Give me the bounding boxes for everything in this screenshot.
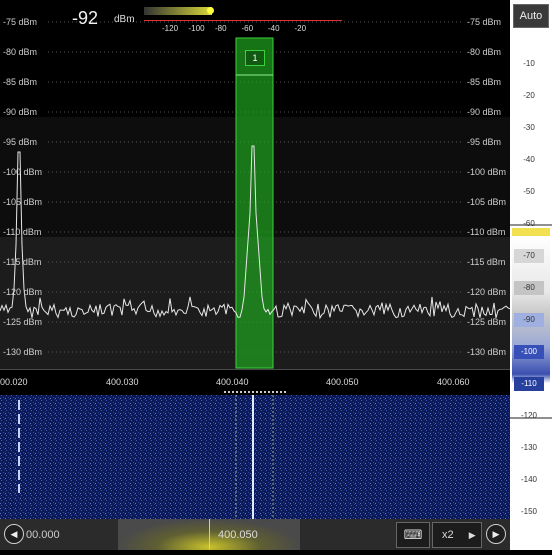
meter-tick-label: -20: [294, 24, 307, 33]
frequency-axis[interactable]: 00.020 400.030 400.040 400.050 400.060: [0, 370, 510, 393]
dbm-label-left: -110 dBm: [3, 227, 42, 237]
dbm-label-right: -95 dBm: [467, 137, 502, 147]
frequency-tick-label: 400.060: [437, 377, 470, 387]
zoom-arrow-icon: ▶: [468, 530, 476, 540]
waterfall-display[interactable]: [0, 395, 510, 519]
scale-label: -90: [514, 313, 544, 327]
scale-label: -110: [514, 377, 544, 391]
scale-label: -70: [514, 249, 544, 263]
frequency-tick-label: 400.040: [216, 377, 249, 387]
dbm-label-left: -100 dBm: [3, 167, 43, 177]
scale-label: -80: [514, 281, 544, 295]
zoom-label: x2: [442, 529, 454, 541]
dbm-label-left: -85 dBm: [3, 77, 38, 87]
frequency-tick-label: 400.030: [106, 377, 139, 387]
scale-label: -10: [523, 59, 535, 68]
dbm-label-right: -90 dBm: [467, 107, 502, 117]
dbm-label-left: -130 dBm: [3, 347, 43, 357]
dbm-label-left: -80 dBm: [3, 47, 38, 57]
dbm-label-right: -120 dBm: [467, 287, 507, 297]
scale-label: -150: [520, 507, 537, 516]
next-icon[interactable]: ▶: [486, 524, 506, 544]
dbm-label-right: -130 dBm: [467, 347, 507, 357]
dbm-label-left: -90 dBm: [3, 107, 38, 117]
auto-scale-button[interactable]: Auto: [513, 4, 549, 28]
meter-tick-label: -80: [215, 24, 227, 33]
dbm-label-right: -115 dBm: [467, 257, 506, 267]
scale-label: -50: [523, 187, 535, 196]
dbm-label-left: -120 dBm: [3, 287, 43, 297]
scale-label: -140: [520, 475, 537, 484]
prev-icon[interactable]: ◀: [4, 524, 24, 544]
signal-level-readout: -92: [72, 8, 99, 28]
signal-meter-bar: [144, 7, 212, 15]
signal-meter-indicator: [207, 7, 214, 14]
scale-label: -100: [514, 345, 544, 359]
scale-label: -20: [523, 91, 535, 100]
dbm-label-right: -100 dBm: [467, 167, 507, 177]
signal-level-unit: dBm: [114, 14, 135, 25]
scale-label: -60: [523, 219, 535, 228]
center-frequency-marker: [209, 519, 210, 550]
zoom-button[interactable]: x2 ▶: [432, 522, 482, 548]
dbm-label-right: -105 dBm: [467, 197, 507, 207]
meter-tick-label: -60: [241, 24, 254, 33]
dbm-label-right: -75 dBm: [467, 17, 502, 27]
dbm-label-right: -85 dBm: [467, 77, 502, 87]
dbm-label-left: -115 dBm: [3, 257, 42, 267]
marker-number-badge[interactable]: 1: [245, 50, 265, 66]
sdr-receiver-window: 1 -75 dBm -80 dBm -85 dBm -90 dBm -95 dBm -10…: [0, 0, 552, 550]
meter-tick-label: -120: [162, 24, 179, 33]
nav-frequency-center: 400.050: [218, 529, 258, 541]
scale-label: -120: [520, 411, 537, 420]
dbm-label-right: -125 dBm: [467, 317, 507, 327]
marker-band[interactable]: [235, 37, 274, 369]
scale-label: -30: [523, 123, 535, 132]
dbm-label-left: -105 dBm: [3, 197, 43, 207]
scale-label: -130: [520, 443, 537, 452]
keyboard-icon[interactable]: ⌨: [396, 522, 430, 548]
meter-tick-label: -100: [188, 24, 205, 33]
dbm-label-left: -75 dBm: [3, 17, 38, 27]
dbm-label-left: -95 dBm: [3, 137, 38, 147]
signal-meter-scale: [144, 20, 342, 21]
dbm-label-left: -125 dBm: [3, 317, 43, 327]
meter-tick-label: -40: [268, 24, 280, 33]
frequency-tick-label: 00.020: [0, 377, 28, 387]
color-scale-panel: [510, 0, 552, 550]
scale-label: -40: [523, 155, 535, 164]
dbm-label-right: -110 dBm: [467, 227, 506, 237]
dbm-label-right: -80 dBm: [467, 47, 502, 57]
nav-frequency-left: 00.000: [26, 529, 60, 541]
frequency-tick-label: 400.050: [326, 377, 359, 387]
